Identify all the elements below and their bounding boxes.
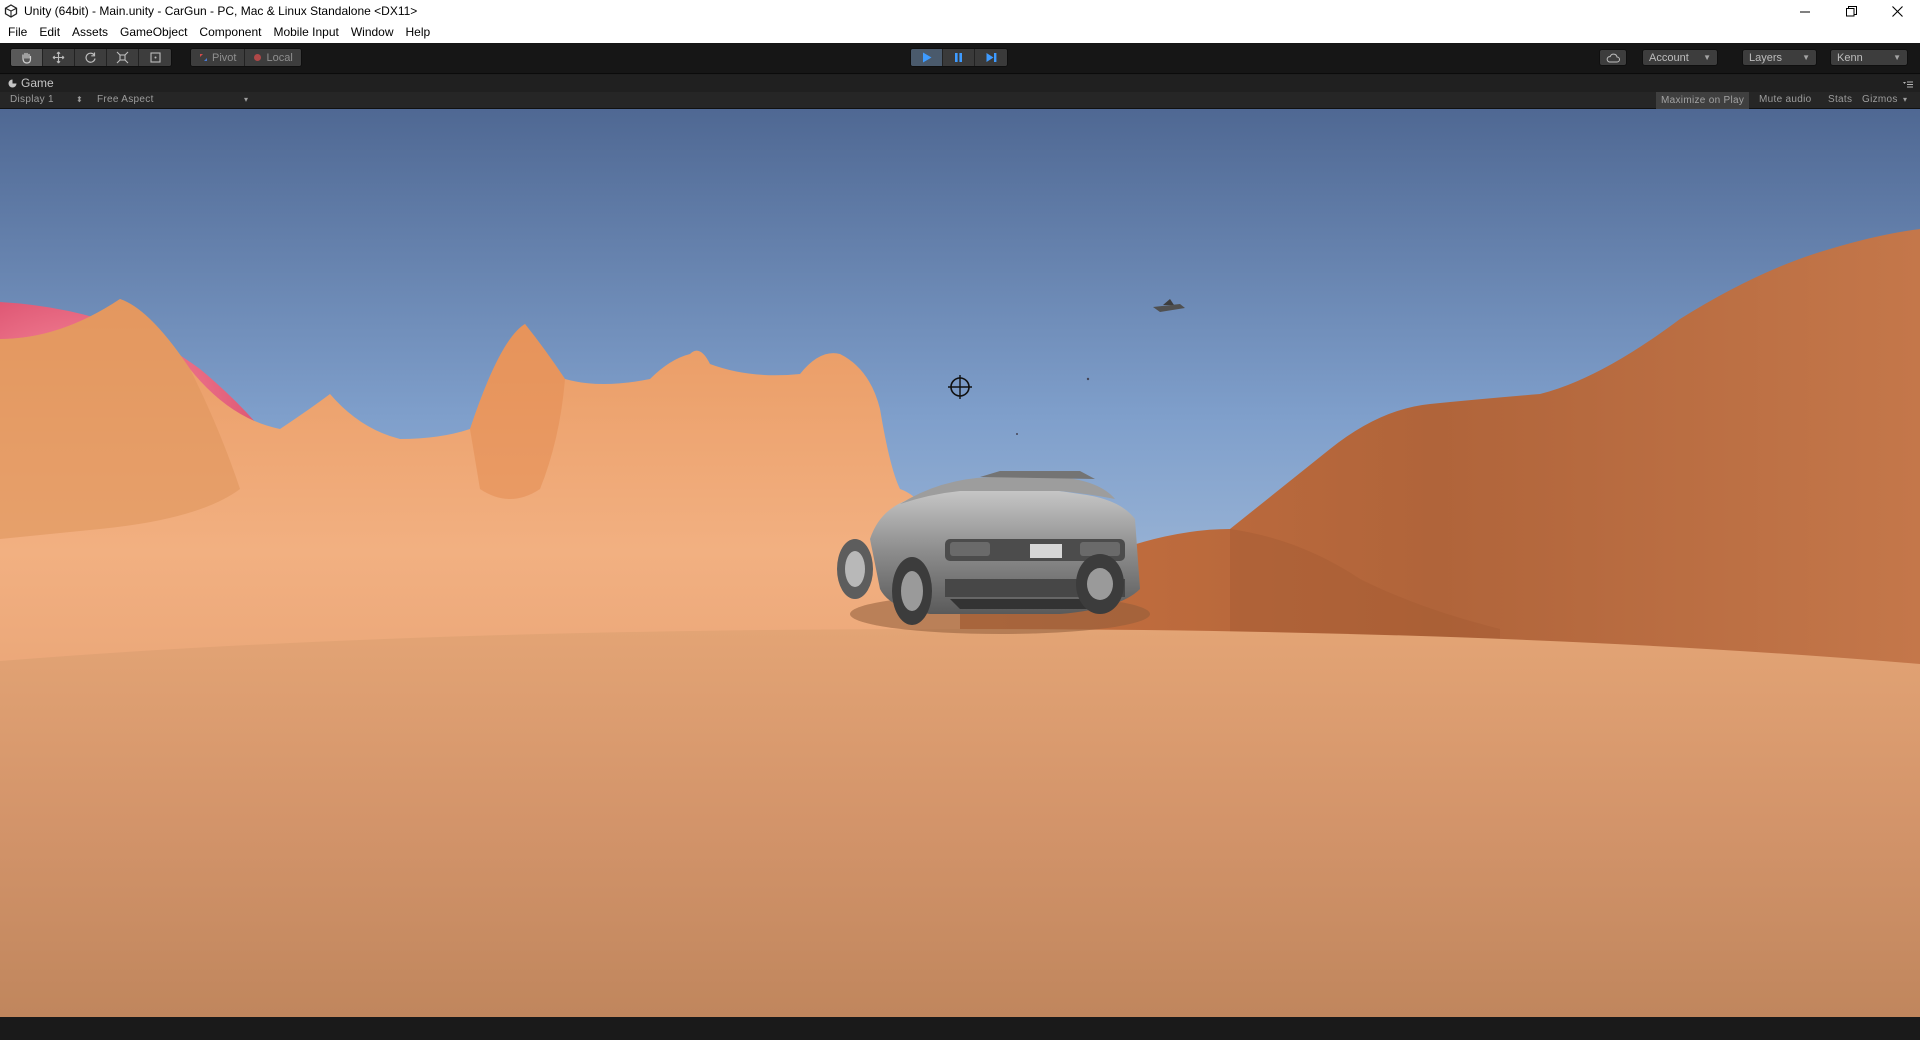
transform-tools — [10, 48, 172, 67]
minimize-icon — [1799, 11, 1810, 12]
menu-mobile-input[interactable]: Mobile Input — [267, 22, 344, 43]
pivot-button[interactable]: Pivot — [191, 49, 246, 66]
game-panel-tabbar: Game — [0, 75, 1920, 92]
display-dropdown[interactable]: Display 1 — [10, 94, 54, 105]
layers-dropdown[interactable]: Layers ▼ — [1742, 49, 1817, 66]
restore-icon — [1845, 5, 1857, 16]
move-tool-button[interactable] — [43, 49, 75, 66]
restore-button[interactable] — [1828, 0, 1874, 22]
account-label: Account — [1649, 51, 1689, 64]
distant-speck — [1086, 377, 1090, 381]
layout-label: Kenn — [1837, 51, 1863, 64]
play-button[interactable] — [911, 49, 943, 66]
game-tab-label: Game — [21, 76, 54, 90]
desert-ground — [0, 629, 1920, 1017]
panel-menu-button[interactable] — [1902, 78, 1914, 88]
gizmos-toggle[interactable]: Gizmos — [1862, 94, 1898, 105]
menu-component[interactable]: Component — [193, 22, 267, 43]
pivot-toggles: Pivot Local — [190, 48, 302, 67]
scale-tool-button[interactable] — [107, 49, 139, 66]
stats-toggle[interactable]: Stats — [1828, 94, 1852, 105]
menu-file[interactable]: File — [2, 22, 33, 43]
unity-logo-icon — [4, 4, 18, 18]
rotate-tool-button[interactable] — [75, 49, 107, 66]
game-viewport[interactable] — [0, 109, 1920, 1017]
chevron-down-icon: ▼ — [1802, 53, 1810, 62]
menu-assets[interactable]: Assets — [66, 22, 114, 43]
play-controls — [910, 48, 1008, 67]
cloud-icon — [1606, 53, 1620, 62]
distant-speck — [1016, 433, 1018, 435]
local-button[interactable]: Local — [245, 49, 301, 66]
game-scene — [0, 109, 1920, 1017]
game-view-toolbar: Display 1 ⬍ Free Aspect ▾ Maximize on Pl… — [0, 92, 1920, 109]
window-title: Unity (64bit) - Main.unity - CarGun - PC… — [24, 4, 418, 18]
menu-gameobject[interactable]: GameObject — [114, 22, 193, 43]
collab-cloud-button[interactable] — [1599, 49, 1627, 66]
chevron-down-icon[interactable]: ▾ — [1903, 95, 1907, 104]
maximize-on-play-toggle[interactable]: Maximize on Play — [1656, 92, 1750, 109]
menu-help[interactable]: Help — [400, 22, 437, 43]
step-icon — [986, 53, 996, 62]
rect-tool-button[interactable] — [139, 49, 171, 66]
chevron-down-icon: ▼ — [1893, 53, 1901, 62]
local-icon — [254, 54, 262, 61]
menu-bar: File Edit Assets GameObject Component Mo… — [0, 22, 1920, 43]
pivot-icon — [200, 54, 207, 61]
chevron-down-icon: ▾ — [244, 95, 249, 104]
rotate-tool-icon — [85, 52, 96, 63]
panel-menu-icon — [1903, 81, 1913, 88]
mute-audio-toggle[interactable]: Mute audio — [1759, 94, 1811, 105]
pause-button[interactable] — [943, 49, 975, 66]
game-controller-icon — [8, 79, 17, 87]
pause-icon — [955, 53, 962, 62]
scale-tool-icon — [116, 51, 129, 64]
window-title-bar: Unity (64bit) - Main.unity - CarGun - PC… — [0, 0, 1920, 22]
chevron-down-icon: ▼ — [1703, 53, 1711, 62]
hand-tool-button[interactable] — [11, 49, 43, 66]
rect-tool-icon — [149, 52, 161, 63]
layout-dropdown[interactable]: Kenn ▼ — [1830, 49, 1908, 66]
tab-game[interactable]: Game — [8, 76, 54, 90]
close-button[interactable] — [1874, 0, 1920, 22]
status-bar — [0, 1017, 1920, 1040]
pivot-label: Pivot — [212, 51, 237, 64]
main-toolbar: Pivot Local Account ▼ Layers ▼ Kenn ▼ — [0, 43, 1920, 74]
menu-edit[interactable]: Edit — [33, 22, 66, 43]
play-icon — [923, 52, 932, 63]
move-tool-icon — [52, 51, 65, 64]
hand-tool-icon — [22, 52, 32, 64]
close-icon — [1891, 5, 1903, 17]
layers-label: Layers — [1749, 51, 1783, 64]
local-label: Local — [266, 51, 293, 64]
step-button[interactable] — [975, 49, 1007, 66]
aspect-dropdown[interactable]: Free Aspect — [97, 94, 154, 105]
chevron-updown-icon: ⬍ — [76, 95, 84, 104]
minimize-button[interactable] — [1782, 0, 1828, 22]
account-dropdown[interactable]: Account ▼ — [1642, 49, 1718, 66]
menu-window[interactable]: Window — [345, 22, 400, 43]
